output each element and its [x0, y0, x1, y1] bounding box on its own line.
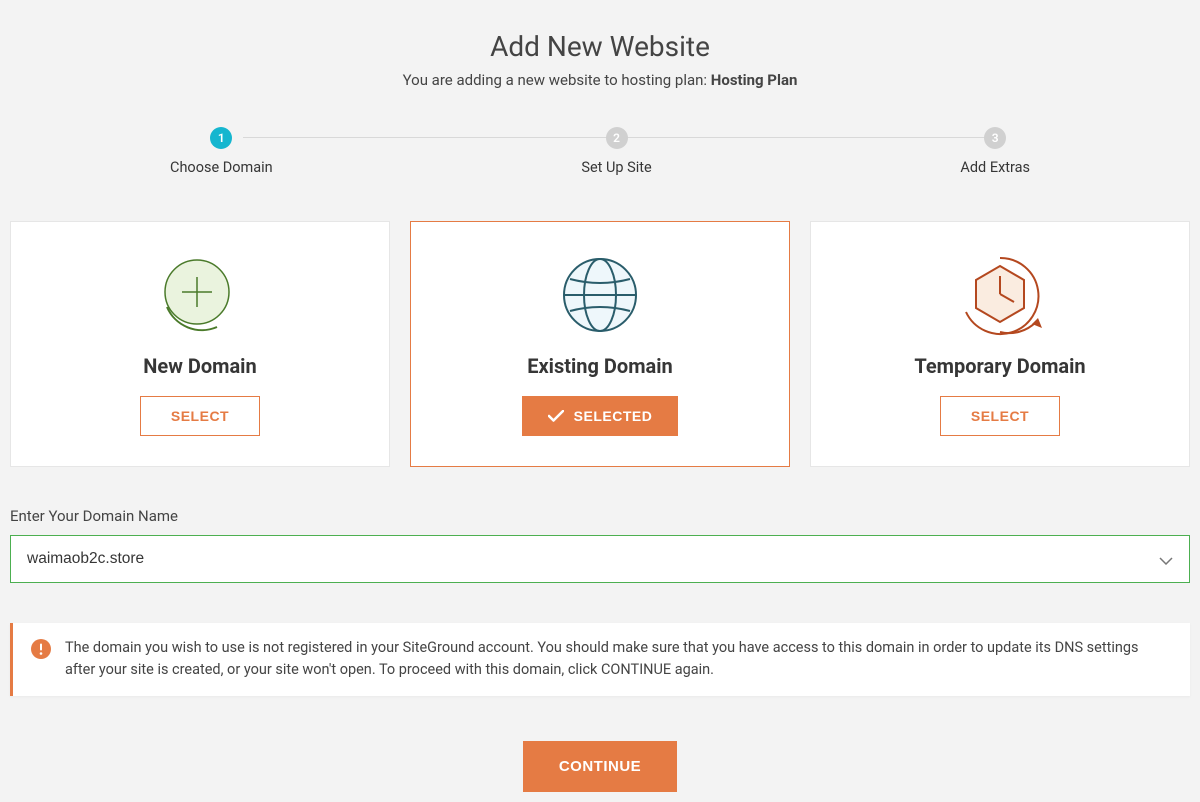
- step-number-1: 1: [210, 127, 232, 149]
- domain-name-input[interactable]: [27, 550, 1159, 568]
- step-choose-domain: 1 Choose Domain: [170, 127, 273, 176]
- domain-field-label: Enter Your Domain Name: [10, 507, 1190, 525]
- page-subtitle: You are adding a new website to hosting …: [10, 71, 1190, 89]
- step-divider: [243, 137, 612, 138]
- step-divider: [622, 137, 991, 138]
- domain-warning-alert: The domain you wish to use is not regist…: [10, 623, 1190, 696]
- globe-icon: [557, 250, 643, 340]
- step-label-1: Choose Domain: [170, 159, 273, 176]
- select-new-domain-button[interactable]: SELECT: [140, 396, 260, 436]
- select-temporary-domain-button[interactable]: SELECT: [940, 396, 1060, 436]
- step-number-2: 2: [606, 127, 628, 149]
- clock-refresh-icon: [954, 250, 1046, 340]
- progress-stepper: 1 Choose Domain 2 Set Up Site 3 Add Extr…: [170, 127, 1030, 176]
- card-new-domain[interactable]: New Domain SELECT: [10, 221, 390, 467]
- check-icon: [548, 410, 564, 422]
- warning-icon: [31, 639, 51, 663]
- domain-input-container[interactable]: [10, 535, 1190, 583]
- page-title: Add New Website: [10, 30, 1190, 63]
- selected-existing-domain-button[interactable]: SELECTED: [522, 396, 679, 436]
- card-title-temporary-domain: Temporary Domain: [914, 354, 1085, 378]
- card-existing-domain[interactable]: Existing Domain SELECTED: [410, 221, 790, 467]
- card-temporary-domain[interactable]: Temporary Domain SELECT: [810, 221, 1190, 467]
- card-title-new-domain: New Domain: [143, 354, 256, 378]
- chevron-down-icon[interactable]: [1159, 550, 1173, 569]
- continue-button[interactable]: CONTINUE: [523, 741, 677, 792]
- step-set-up-site: 2 Set Up Site: [581, 127, 651, 176]
- step-label-3: Add Extras: [960, 159, 1030, 176]
- alert-message: The domain you wish to use is not regist…: [65, 637, 1172, 682]
- page-header: Add New Website You are adding a new web…: [10, 30, 1190, 89]
- domain-option-cards: New Domain SELECT Existing Domain SELECT…: [10, 221, 1190, 467]
- step-number-3: 3: [984, 127, 1006, 149]
- card-title-existing-domain: Existing Domain: [527, 354, 672, 378]
- hosting-plan-name: Hosting Plan: [711, 71, 798, 89]
- step-label-2: Set Up Site: [581, 159, 651, 176]
- step-add-extras: 3 Add Extras: [960, 127, 1030, 176]
- plus-circle-icon: [157, 250, 243, 340]
